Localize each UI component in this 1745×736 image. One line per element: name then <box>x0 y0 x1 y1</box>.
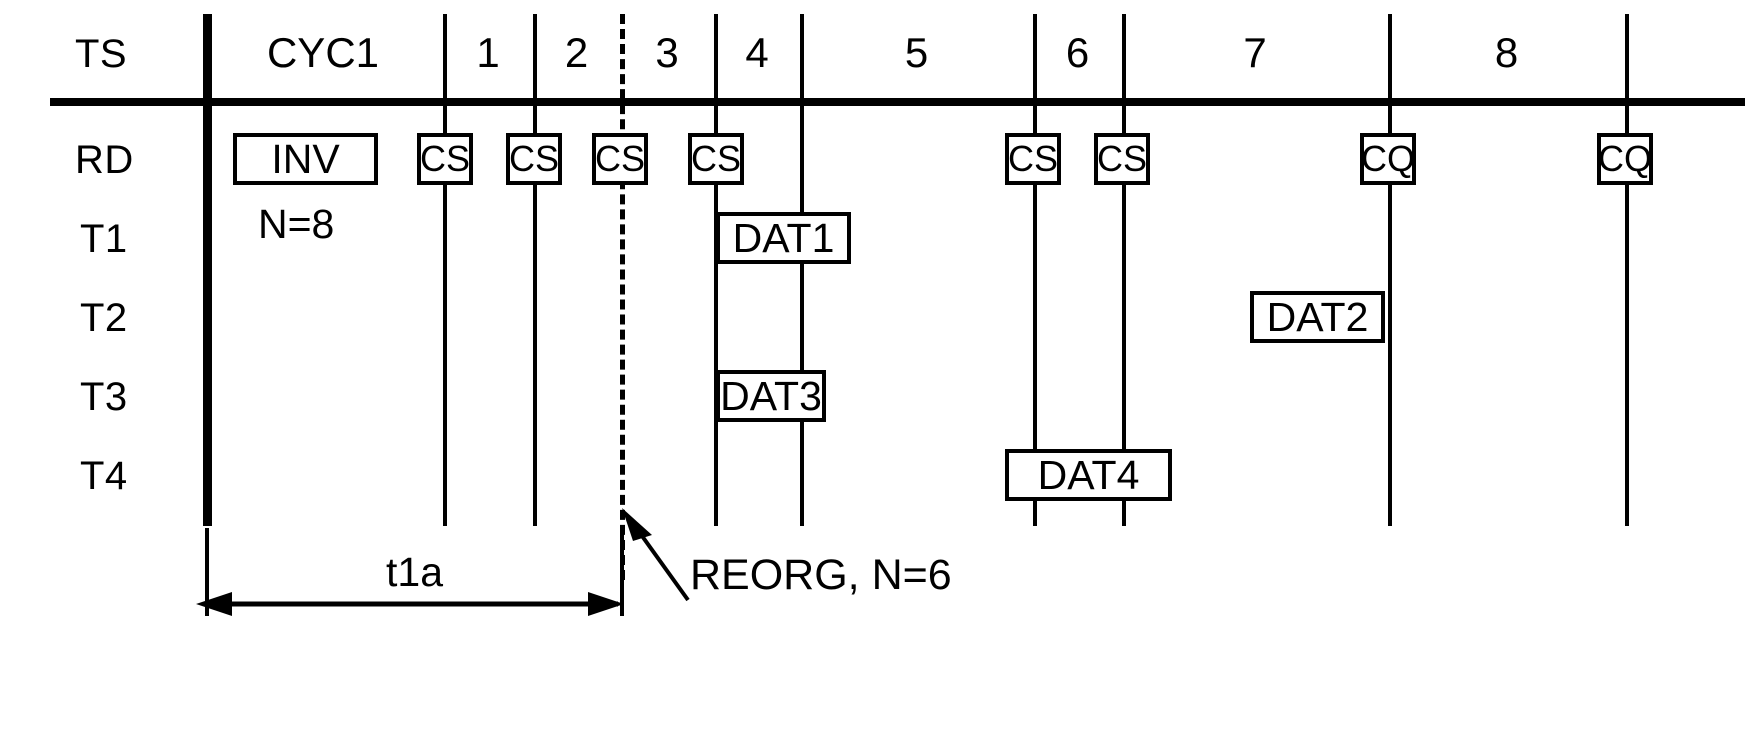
signal-box-cs-4[interactable]: CS <box>688 133 744 185</box>
signal-box-cs-1[interactable]: CS <box>417 133 473 185</box>
timing-diagram: TS CYC1 1 2 3 4 5 6 7 8 RD T1 T2 T3 T4 I… <box>0 0 1745 736</box>
column-header-8: 8 <box>1494 29 1519 76</box>
corner-label-ts: TS <box>75 32 128 76</box>
reorg-leader-arrow <box>622 508 690 602</box>
signal-box-cs-3[interactable]: CS <box>592 133 648 185</box>
grid-line-col8-end <box>1625 14 1629 526</box>
grid-line-col8-start <box>1388 14 1392 526</box>
column-header-5: 5 <box>904 29 929 76</box>
grid-line-reorg-dashed <box>620 14 625 580</box>
signal-box-cq-2[interactable]: CQ <box>1597 133 1653 185</box>
row-label-t1: T1 <box>80 217 128 261</box>
grid-line-cyc-start <box>203 14 212 526</box>
data-box-dat2[interactable]: DAT2 <box>1250 291 1385 343</box>
column-header-3: 3 <box>655 29 679 76</box>
row-label-t4: T4 <box>80 454 128 498</box>
signal-box-inv[interactable]: INV <box>233 133 378 185</box>
row-label-rd: RD <box>75 138 134 182</box>
inv-count-label: N=8 <box>258 201 335 247</box>
signal-box-cs-5[interactable]: CS <box>1005 133 1061 185</box>
row-label-t3: T3 <box>80 375 128 419</box>
column-header-1: 1 <box>476 29 500 76</box>
data-box-dat3[interactable]: DAT3 <box>716 370 826 422</box>
column-header-2: 2 <box>564 29 589 76</box>
signal-box-cq-1[interactable]: CQ <box>1360 133 1416 185</box>
t1a-dimension-label: t1a <box>386 549 443 595</box>
grid-line-col2-start <box>533 14 537 526</box>
row-label-t2: T2 <box>80 296 128 340</box>
grid-line-col5-start <box>800 14 804 526</box>
column-header-cyc1: CYC1 <box>266 29 380 76</box>
column-header-4: 4 <box>745 29 769 76</box>
grid-line-col1-start <box>443 14 447 526</box>
data-box-dat1[interactable]: DAT1 <box>716 212 851 264</box>
grid-line-col4-start <box>714 14 718 526</box>
reorg-annotation-label: REORG, N=6 <box>690 551 952 599</box>
annotation-overlay <box>196 508 690 616</box>
signal-box-cs-6[interactable]: CS <box>1094 133 1150 185</box>
data-box-dat4[interactable]: DAT4 <box>1005 449 1172 501</box>
header-separator-line <box>50 98 1745 106</box>
column-header-7: 7 <box>1243 29 1267 76</box>
signal-box-cs-2[interactable]: CS <box>506 133 562 185</box>
column-header-6: 6 <box>1065 29 1090 76</box>
